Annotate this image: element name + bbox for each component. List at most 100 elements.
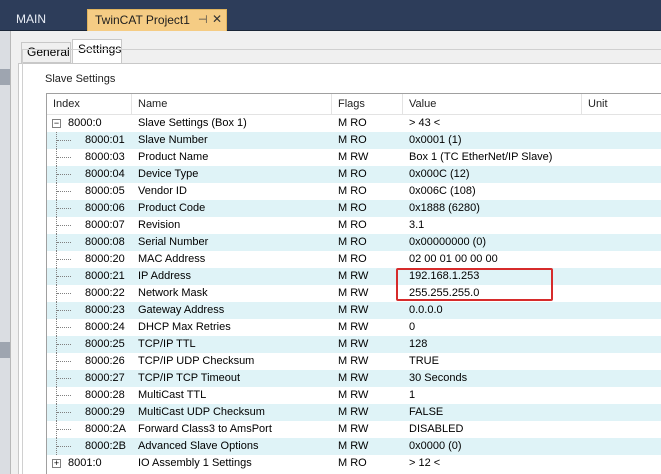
column-header-flags[interactable]: Flags <box>332 94 403 115</box>
cell-flags: M RW <box>338 406 369 418</box>
list-header: Index Name Flags Value Unit <box>47 94 661 115</box>
table-row[interactable]: 8000:22 Network Mask M RW 255.255.255.0 <box>47 285 661 302</box>
cell-name: Gateway Address <box>138 304 225 316</box>
cell-flags: M RW <box>338 423 369 435</box>
cell-name: MAC Address <box>138 253 206 265</box>
table-row[interactable]: 8000:28 MultiCast TTL M RW 1 <box>47 387 661 404</box>
cell-flags: M RW <box>338 389 369 401</box>
cell-value: DISABLED <box>409 423 464 435</box>
tree-connector <box>57 225 71 226</box>
table-row[interactable]: 8000:2A Forward Class3 to AmsPort M RW DISA… <box>47 421 661 438</box>
cell-flags: M RW <box>338 372 369 384</box>
table-row[interactable]: 8000:05 Vendor ID M RO 0x006C (108) <box>47 183 661 200</box>
cell-value: 128 <box>409 338 428 350</box>
table-row[interactable]: 8000:21 IP Address M RW 192.168.1.253 <box>47 268 661 285</box>
table-row[interactable]: 8000:06 Product Code M RO 0x1888 (6280) <box>47 200 661 217</box>
table-row[interactable]: 8000:27 TCP/IP TCP Timeout M RW 30 Seconds <box>47 370 661 387</box>
cell-name: Vendor ID <box>138 185 187 197</box>
table-row[interactable]: 8000:2B Advanced Slave Options M RW 0x0000 … <box>47 438 661 455</box>
table-row[interactable]: 8000:07 Revision M RO 3.1 <box>47 217 661 234</box>
tree-connector <box>57 327 71 328</box>
cell-flags: M RO <box>338 168 367 180</box>
list-rows: −8000:0 Slave Settings (Box 1) M RO > 43 < 8… <box>47 115 661 472</box>
table-row[interactable]: 8000:23 Gateway Address M RW 0.0.0.0 <box>47 302 661 319</box>
cell-name: Forward Class3 to AmsPort <box>138 423 272 435</box>
cell-value: FALSE <box>409 406 444 418</box>
table-row[interactable]: 8000:08 Serial Number M RO 0x00000000 (0) <box>47 234 661 251</box>
table-row[interactable]: 8000:24 DHCP Max Retries M RW 0 <box>47 319 661 336</box>
cell-flags: M RO <box>338 253 367 265</box>
cell-flags: M RO <box>338 134 367 146</box>
cell-value: 30 Seconds <box>409 372 468 384</box>
left-dock-edge <box>0 31 10 474</box>
cell-flags: M RO <box>338 185 367 197</box>
tree-connector <box>57 429 71 430</box>
cell-flags: M RW <box>338 270 369 282</box>
cell-name: Advanced Slave Options <box>138 440 259 452</box>
close-icon[interactable]: ✕ <box>212 9 222 29</box>
tree-connector <box>57 191 71 192</box>
document-tab-bar: MAIN TwinCAT Project1 ⊣ ✕ <box>0 0 661 31</box>
column-header-name[interactable]: Name <box>132 94 332 115</box>
pin-icon[interactable]: ⊣ <box>198 10 208 30</box>
tree-connector <box>57 276 71 277</box>
table-row[interactable]: 8000:26 TCP/IP UDP Checksum M RW TRUE <box>47 353 661 370</box>
column-header-value[interactable]: Value <box>403 94 582 115</box>
cell-name: IP Address <box>138 270 191 282</box>
doc-tab-label: TwinCAT Project1 <box>95 13 190 27</box>
cell-name: MultiCast UDP Checksum <box>138 406 265 418</box>
cell-name: Network Mask <box>138 287 208 299</box>
column-header-unit[interactable]: Unit <box>582 94 661 115</box>
doc-tab-twincat-project[interactable]: TwinCAT Project1 ⊣ ✕ <box>87 9 227 31</box>
cell-value: TRUE <box>409 355 439 367</box>
cell-value: 0x006C (108) <box>409 185 476 197</box>
table-row[interactable]: 8000:03 Product Name M RW Box 1 (TC EtherNe… <box>47 149 661 166</box>
cell-name: Product Code <box>138 202 206 214</box>
tree-connector <box>57 378 71 379</box>
dock-marker <box>0 69 10 85</box>
cell-value: Box 1 (TC EtherNet/IP Slave) <box>409 151 553 163</box>
table-row[interactable]: +8001:0 IO Assembly 1 Settings M RO > 12 < <box>47 455 661 472</box>
table-row[interactable]: 8000:01 Slave Number M RO 0x0001 (1) <box>47 132 661 149</box>
tree-connector <box>57 242 71 243</box>
tree-connector <box>57 140 71 141</box>
table-row[interactable]: 8000:25 TCP/IP TTL M RW 128 <box>47 336 661 353</box>
cell-value: 0.0.0.0 <box>409 304 443 316</box>
expand-icon[interactable]: + <box>52 459 61 468</box>
slave-settings-list[interactable]: Index Name Flags Value Unit −8000:0 Slave… <box>46 93 661 474</box>
dock-marker <box>0 342 10 358</box>
cell-flags: M RW <box>338 440 369 452</box>
group-title: Slave Settings <box>43 73 118 85</box>
cell-name: Device Type <box>138 168 199 180</box>
cell-value: 0x000C (12) <box>409 168 470 180</box>
doc-tab-main[interactable]: MAIN <box>9 9 87 31</box>
tree-connector <box>57 344 71 345</box>
collapse-icon[interactable]: − <box>52 119 61 128</box>
cell-name: Slave Number <box>138 134 208 146</box>
cell-name: IO Assembly 1 Settings <box>138 457 252 469</box>
table-row[interactable]: −8000:0 Slave Settings (Box 1) M RO > 43 < <box>47 115 661 132</box>
cell-name: TCP/IP TTL <box>138 338 196 350</box>
cell-value: > 43 < <box>409 117 441 129</box>
table-row[interactable]: 8000:20 MAC Address M RO 02 00 01 00 00 00 <box>47 251 661 268</box>
column-header-index[interactable]: Index <box>47 94 132 115</box>
cell-name: TCP/IP TCP Timeout <box>138 372 241 384</box>
cell-value: 0x0000 (0) <box>409 440 462 452</box>
ip-settings-highlight <box>396 268 553 301</box>
cell-flags: M RO <box>338 219 367 231</box>
cell-flags: M RO <box>338 457 367 469</box>
cell-value: > 12 < <box>409 457 441 469</box>
cell-flags: M RW <box>338 151 369 163</box>
cell-name: TCP/IP UDP Checksum <box>138 355 255 367</box>
tree-connector <box>57 293 71 294</box>
cell-flags: M RW <box>338 287 369 299</box>
cell-value: 1 <box>409 389 416 401</box>
table-row[interactable]: 8000:04 Device Type M RO 0x000C (12) <box>47 166 661 183</box>
tree-connector <box>57 310 71 311</box>
tree-connector <box>57 157 71 158</box>
table-row[interactable]: 8000:29 MultiCast UDP Checksum M RW FALSE <box>47 404 661 421</box>
cell-name: MultiCast TTL <box>138 389 207 401</box>
cell-value: 0x00000000 (0) <box>409 236 487 248</box>
tree-connector <box>57 446 71 447</box>
cell-value: 3.1 <box>409 219 425 231</box>
